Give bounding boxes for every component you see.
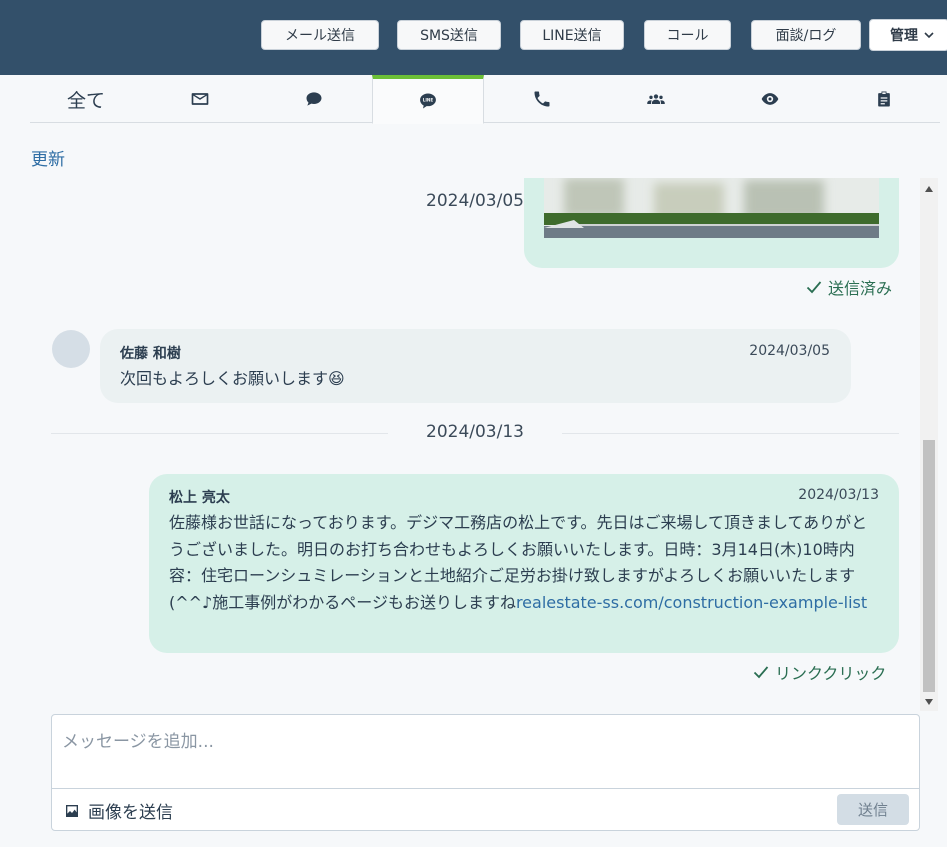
- incoming-message-bubble: 佐藤 和樹 2024/03/05 次回もよろしくお願いします😆: [100, 329, 851, 403]
- group-icon: [647, 94, 665, 104]
- outgoing-message-bubble: 松上 亮太 2024/03/13 佐藤様お世話になっております。デジマ工務店の松…: [149, 474, 899, 653]
- date-separator: 2024/03/13: [426, 422, 524, 442]
- outgoing-message-text: 佐藤様お世話になっております。デジマ工務店の松上です。先日はご来場して頂きまして…: [169, 510, 879, 616]
- thread-scrollbar[interactable]: [920, 178, 938, 711]
- send-line-button[interactable]: LINE送信: [520, 20, 624, 50]
- tab-sms[interactable]: [258, 75, 370, 123]
- clipboard-icon: [878, 91, 890, 107]
- channel-tabs: 全て LINE: [30, 75, 940, 124]
- admin-dropdown[interactable]: 管理: [869, 19, 947, 51]
- date-separator: 2024/03/05: [426, 191, 524, 211]
- send-button[interactable]: 送信: [837, 794, 909, 825]
- divider: [562, 433, 899, 434]
- scroll-up-icon[interactable]: [920, 180, 938, 198]
- outgoing-timestamp: 2024/03/13: [798, 487, 879, 503]
- tab-meeting[interactable]: [600, 75, 712, 123]
- incoming-timestamp: 2024/03/05: [749, 343, 830, 359]
- checkmark-icon: [806, 281, 822, 294]
- admin-label: 管理: [890, 28, 918, 44]
- chevron-down-icon: [924, 32, 934, 39]
- tab-line[interactable]: LINE: [372, 75, 484, 124]
- message-composer: 画像を送信 送信: [51, 714, 920, 831]
- construction-example-link[interactable]: realestate-ss.com/construction-example-l…: [516, 593, 867, 612]
- top-toolbar: メール送信 SMS送信 LINE送信 コール 面談/ログ 管理: [0, 0, 947, 75]
- image-message-bubble: [524, 178, 899, 268]
- incoming-sender-name: 佐藤 和樹: [120, 346, 181, 362]
- outgoing-sender-name: 松上 亮太: [169, 490, 230, 506]
- eye-icon: [761, 93, 779, 105]
- attach-image-label: 画像を送信: [88, 803, 173, 823]
- divider: [51, 433, 388, 434]
- sent-image[interactable]: [544, 178, 879, 238]
- sent-image-picture: [544, 178, 879, 238]
- tab-notes[interactable]: [828, 75, 940, 123]
- line-icon: LINE: [420, 93, 436, 109]
- tab-email[interactable]: [144, 75, 256, 123]
- attach-image-button[interactable]: 画像を送信: [64, 798, 173, 823]
- avatar: [52, 330, 90, 368]
- tab-all-label: 全て: [66, 89, 105, 112]
- scroll-down-icon[interactable]: [920, 693, 938, 711]
- sent-status-label: 送信済み: [828, 279, 893, 298]
- composer-toolbar: 画像を送信 送信: [52, 788, 919, 830]
- image-icon: [66, 804, 78, 817]
- send-email-button[interactable]: メール送信: [261, 20, 379, 50]
- mail-icon: [191, 93, 209, 105]
- sent-status: 送信済み: [806, 275, 892, 299]
- message-thread: 2024/03/05 送信済み 佐藤 和樹 2024/03/05 次回もよろしく…: [0, 178, 947, 711]
- message-input[interactable]: [52, 715, 919, 788]
- tab-viewed[interactable]: [714, 75, 826, 123]
- link-click-status: リンククリック: [753, 660, 886, 684]
- checkmark-icon: [753, 666, 769, 679]
- refresh-link[interactable]: 更新: [31, 145, 65, 170]
- send-sms-button[interactable]: SMS送信: [397, 20, 501, 50]
- call-button[interactable]: コール: [644, 20, 731, 50]
- meeting-log-button[interactable]: 面談/ログ: [751, 20, 861, 50]
- chat-bubble-icon: [306, 92, 322, 106]
- tab-call[interactable]: [486, 75, 598, 123]
- incoming-message-text: 次回もよろしくお願いします😆: [120, 369, 345, 388]
- svg-text:LINE: LINE: [423, 98, 434, 103]
- scroll-thumb[interactable]: [923, 440, 935, 692]
- tab-all[interactable]: 全て: [30, 75, 142, 123]
- phone-icon: [534, 91, 550, 107]
- link-click-status-label: リンククリック: [775, 664, 887, 683]
